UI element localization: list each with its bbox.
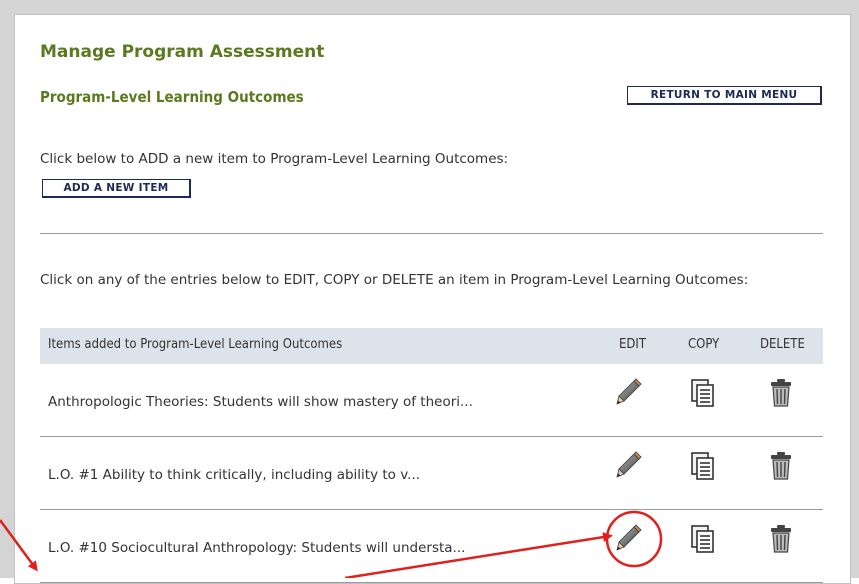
pencil-icon[interactable] <box>614 378 644 408</box>
copy-icon[interactable] <box>690 524 716 554</box>
table-row[interactable]: L.O. #10 Sociocultural Anthropology: Stu… <box>40 510 823 583</box>
add-instruction: Click below to ADD a new item to Program… <box>40 151 509 167</box>
return-to-main-menu-button[interactable]: RETURN TO MAIN MENU <box>627 86 822 105</box>
page-title: Manage Program Assessment <box>40 42 325 62</box>
row-divider <box>40 582 823 583</box>
header-delete: DELETE <box>760 337 805 352</box>
copy-icon[interactable] <box>690 378 716 408</box>
row-item-text[interactable]: L.O. #10 Sociocultural Anthropology: Stu… <box>48 540 465 556</box>
row-item-text[interactable]: L.O. #1 Ability to think critically, inc… <box>48 467 420 483</box>
edit-instruction: Click on any of the entries below to EDI… <box>40 272 749 288</box>
trash-icon[interactable] <box>768 524 794 554</box>
row-item-text[interactable]: Anthropologic Theories: Students will sh… <box>48 394 473 410</box>
table-header: Items added to Program-Level Learning Ou… <box>40 328 823 364</box>
pencil-icon[interactable] <box>614 524 644 554</box>
copy-icon[interactable] <box>690 451 716 481</box>
header-copy: COPY <box>688 337 720 352</box>
table-row[interactable]: Anthropologic Theories: Students will sh… <box>40 364 823 437</box>
header-items: Items added to Program-Level Learning Ou… <box>48 337 343 352</box>
trash-icon[interactable] <box>768 378 794 408</box>
pencil-icon[interactable] <box>614 451 644 481</box>
table-row[interactable]: L.O. #1 Ability to think critically, inc… <box>40 437 823 510</box>
section-title: Program-Level Learning Outcomes <box>40 88 304 106</box>
section-divider <box>40 233 823 234</box>
trash-icon[interactable] <box>768 451 794 481</box>
add-new-item-button[interactable]: ADD A NEW ITEM <box>42 179 191 198</box>
header-edit: EDIT <box>619 337 646 352</box>
